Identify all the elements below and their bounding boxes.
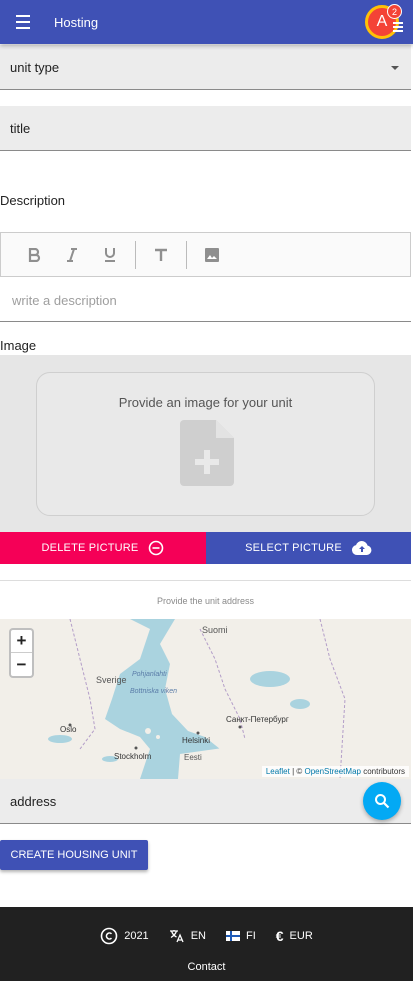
place-label: Bottniska viken bbox=[130, 688, 177, 695]
copyright-icon bbox=[100, 927, 118, 945]
image-label: Image bbox=[0, 338, 37, 353]
picture-buttons: DELETE PICTURE SELECT PICTURE bbox=[0, 532, 411, 564]
place-label: Eesti bbox=[184, 753, 202, 762]
euro-icon: € bbox=[275, 928, 284, 944]
description-editor[interactable]: write a description bbox=[0, 278, 411, 322]
place-label: Suomi bbox=[202, 625, 228, 635]
list-icon[interactable] bbox=[393, 22, 403, 34]
text-format-icon[interactable] bbox=[142, 241, 180, 269]
language-en[interactable]: EN bbox=[169, 929, 206, 943]
title-input[interactable]: title bbox=[0, 106, 411, 151]
place-label: Санкт-Петербург bbox=[226, 715, 289, 724]
notification-badge: 2 bbox=[387, 4, 402, 19]
place-label: Sverige bbox=[96, 675, 127, 685]
add-file-icon bbox=[180, 420, 234, 486]
address-label: address bbox=[10, 793, 57, 809]
menu-icon[interactable] bbox=[0, 0, 46, 44]
remove-circle-icon bbox=[149, 540, 164, 556]
description-label: Description bbox=[0, 193, 66, 208]
image-dropzone[interactable]: Provide an image for your unit bbox=[36, 372, 375, 516]
select-picture-label: SELECT PICTURE bbox=[245, 542, 342, 554]
search-address-button[interactable] bbox=[363, 782, 401, 820]
delete-picture-button[interactable]: DELETE PICTURE bbox=[0, 532, 206, 564]
contact-link[interactable]: Contact bbox=[0, 961, 413, 973]
zoom-out-button[interactable]: − bbox=[11, 653, 32, 676]
zoom-control: + − bbox=[9, 628, 34, 678]
copyright-year: 2021 bbox=[124, 930, 149, 942]
description-placeholder: write a description bbox=[12, 293, 117, 308]
footer-row: 2021 EN FI € EUR bbox=[0, 927, 413, 945]
unit-type-label: unit type bbox=[10, 59, 60, 75]
create-housing-unit-button[interactable]: CREATE HOUSING UNIT bbox=[0, 840, 148, 870]
underline-icon[interactable] bbox=[91, 241, 129, 269]
image-upload-area: Provide an image for your unit bbox=[0, 355, 411, 533]
address-hint: Provide the unit address bbox=[156, 596, 255, 606]
place-label: Oslo bbox=[60, 725, 77, 734]
italic-icon[interactable] bbox=[53, 241, 91, 269]
app-bar: Hosting A 2 bbox=[0, 0, 413, 44]
section-divider bbox=[0, 580, 411, 581]
language-en-label: EN bbox=[190, 930, 206, 942]
footer: 2021 EN FI € EUR Contact bbox=[0, 907, 413, 981]
cloud-upload-icon bbox=[351, 541, 372, 555]
editor-toolbar bbox=[0, 232, 411, 277]
address-input[interactable]: address bbox=[0, 779, 411, 824]
attribution-separator: | © bbox=[289, 767, 305, 776]
currency[interactable]: € EUR bbox=[276, 928, 313, 944]
map-attribution: Leaflet | © OpenStreetMap contributors bbox=[261, 766, 409, 777]
map-tiles: Suomi Sverige Pohjanlahti Bottniska vike… bbox=[0, 619, 411, 779]
finland-flag-icon bbox=[225, 931, 240, 941]
translate-icon bbox=[169, 930, 184, 943]
toolbar-divider bbox=[186, 240, 187, 269]
delete-picture-label: DELETE PICTURE bbox=[41, 542, 139, 554]
unit-type-select[interactable]: unit type bbox=[0, 45, 411, 90]
language-fi-label: FI bbox=[245, 930, 256, 942]
search-icon bbox=[375, 794, 390, 809]
place-label: Pohjanlahti bbox=[132, 671, 167, 678]
bold-icon[interactable] bbox=[15, 241, 53, 269]
map[interactable]: Suomi Sverige Pohjanlahti Bottniska vike… bbox=[0, 619, 411, 779]
attribution-contributors: contributors bbox=[360, 767, 405, 776]
language-fi[interactable]: FI bbox=[225, 930, 256, 942]
title-label: title bbox=[10, 120, 31, 136]
place-label: Stockholm bbox=[114, 752, 152, 761]
image-icon[interactable] bbox=[193, 241, 231, 269]
toolbar-divider bbox=[135, 240, 136, 269]
copyright: 2021 bbox=[100, 927, 149, 945]
zoom-in-button[interactable]: + bbox=[11, 630, 32, 653]
osm-link[interactable]: OpenStreetMap bbox=[304, 767, 360, 776]
leaflet-link[interactable]: Leaflet bbox=[266, 767, 290, 776]
page: Hosting A 2 unit type title Description bbox=[0, 0, 413, 981]
select-picture-button[interactable]: SELECT PICTURE bbox=[206, 532, 411, 564]
image-prompt: Provide an image for your unit bbox=[118, 395, 293, 410]
dropdown-caret-icon bbox=[391, 66, 399, 70]
currency-label: EUR bbox=[289, 930, 313, 942]
app-title: Hosting bbox=[54, 14, 99, 30]
place-label: Helsinki bbox=[182, 736, 210, 745]
